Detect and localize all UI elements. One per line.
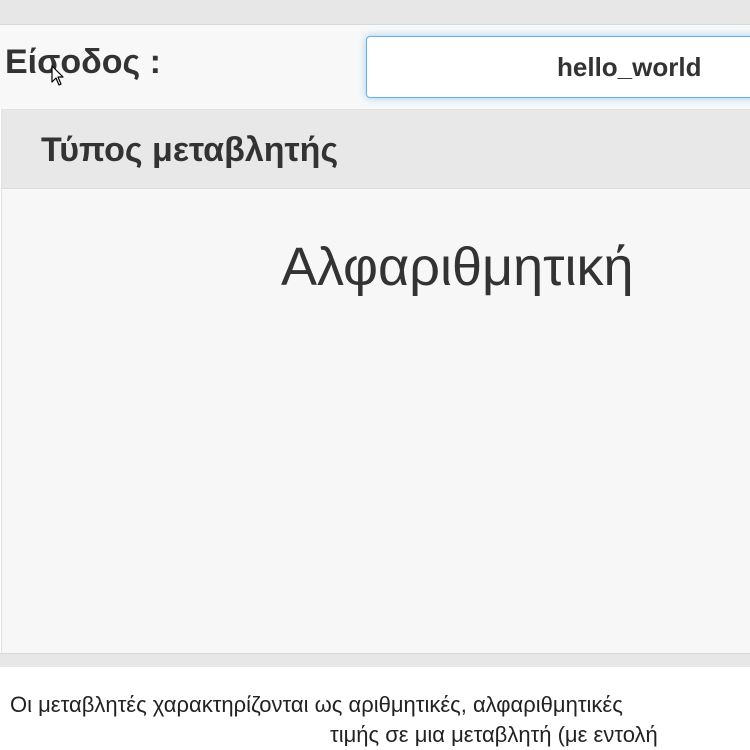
variable-type-result: Αλφαριθμητική — [281, 237, 634, 297]
page: Είσοδος : Τύπος μεταβλητής Αλφαριθμητική… — [0, 0, 750, 750]
description-line-1: Οι μεταβλητές χαρακτηρίζονται ως αριθμητ… — [10, 692, 623, 717]
mouse-pointer-icon — [51, 65, 64, 86]
input-row: Είσοδος : — [0, 25, 750, 109]
description-line-2: τιμής σε μια μεταβλητή (με εντολή — [330, 722, 658, 747]
panel-title: Τύπος μεταβλητής — [41, 131, 339, 169]
input-field[interactable] — [366, 36, 750, 98]
variable-type-panel: Τύπος μεταβλητής Αλφαριθμητική — [1, 109, 750, 655]
top-strip — [0, 0, 750, 25]
input-label: Είσοδος : — [5, 43, 161, 81]
bottom-strip — [0, 653, 750, 667]
panel-heading: Τύπος μεταβλητής — [2, 110, 750, 189]
